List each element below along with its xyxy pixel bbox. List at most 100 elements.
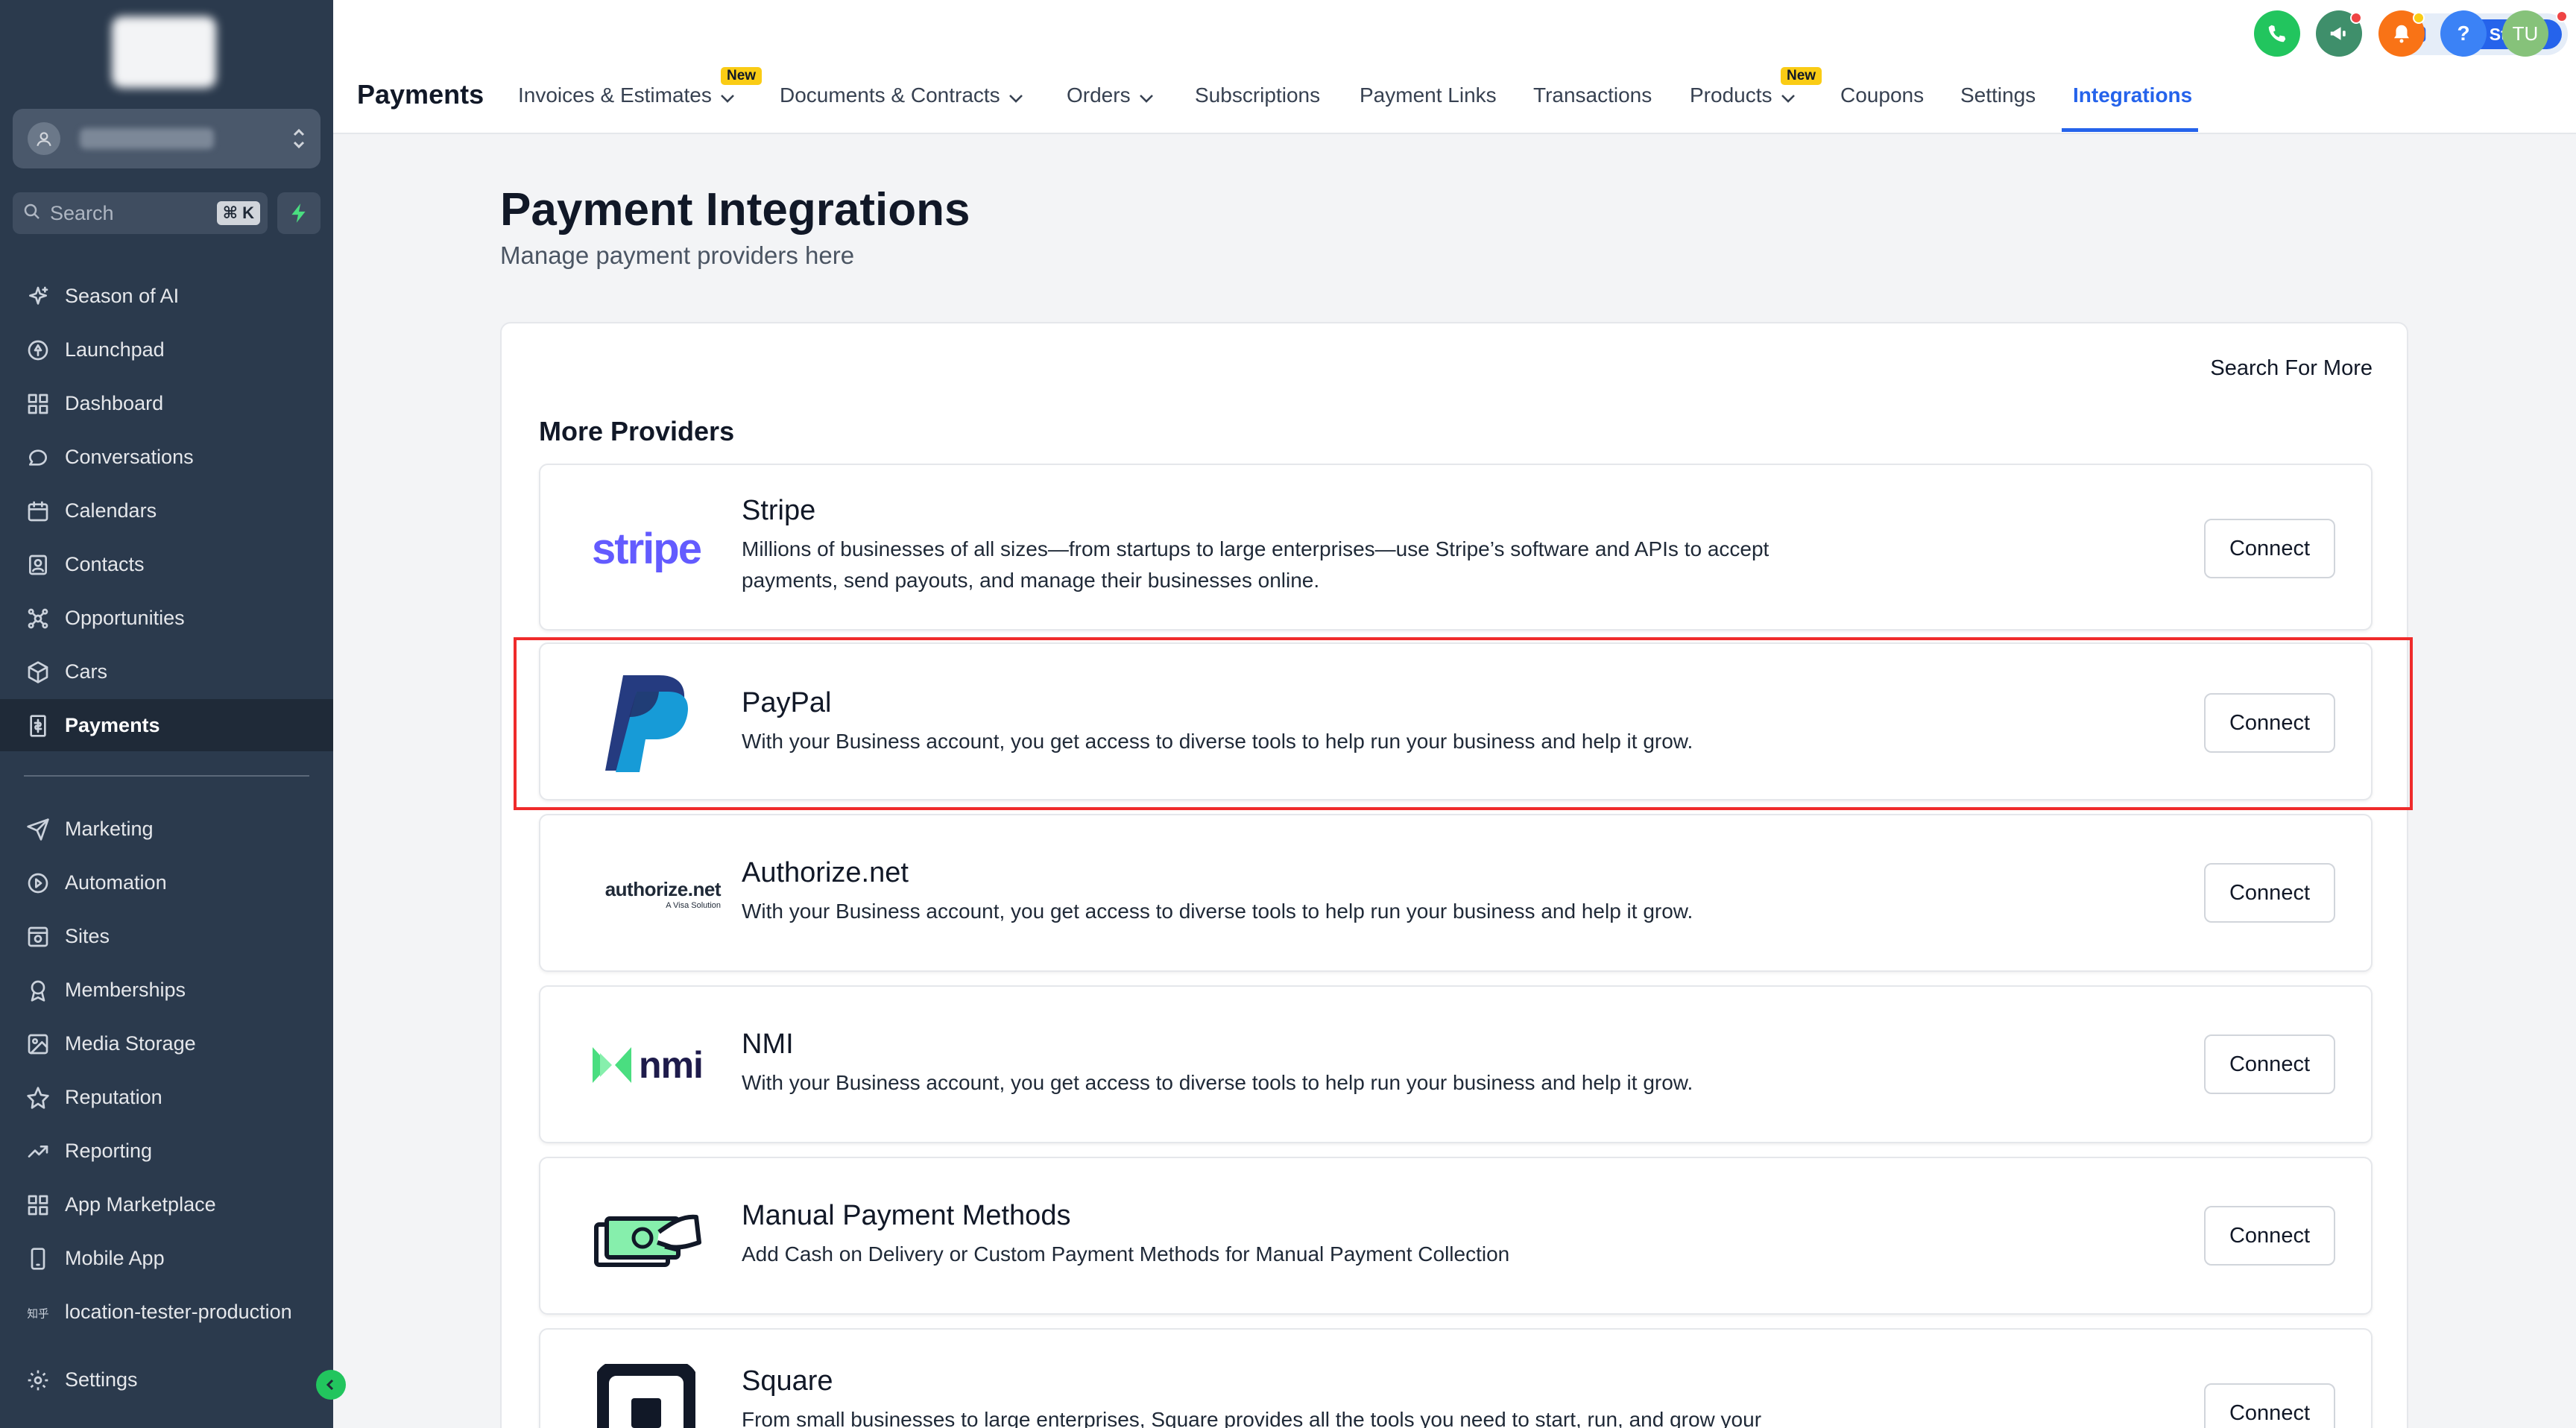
provider-card-authorize-net: authorize.net A Visa Solution Authorize.… [539, 814, 2373, 972]
sidebar-item-reporting[interactable]: Reporting [0, 1125, 333, 1177]
connect-paypal-button[interactable]: Connect [2204, 693, 2335, 753]
tab-subscriptions[interactable]: Subscriptions [1195, 83, 1320, 107]
grid-icon [24, 392, 52, 416]
provider-description: With your Business account, you get acce… [742, 1071, 1693, 1094]
sidebar-item-conversations[interactable]: Conversations [0, 431, 333, 483]
search-for-more-link[interactable]: Search For More [2210, 356, 2373, 381]
chevron-updown-icon [291, 124, 307, 157]
tab-label: Subscriptions [1195, 83, 1321, 107]
provider-card-manual-payment-methods: Manual Payment Methods Add Cash on Deliv… [539, 1157, 2373, 1315]
tab-payment-links[interactable]: Payment Links [1360, 83, 1497, 107]
tab-settings[interactable]: Settings [1960, 83, 2036, 107]
connect-manual-payment-button[interactable]: Connect [2204, 1206, 2335, 1266]
sidebar-item-marketing[interactable]: Marketing [0, 803, 333, 855]
help-button[interactable]: ? [2440, 10, 2487, 57]
sidebar-item-memberships[interactable]: Memberships [0, 964, 333, 1016]
provider-card-paypal: PayPal With your Business account, you g… [539, 642, 2373, 800]
provider-description: From small businesses to large enterpris… [742, 1408, 1762, 1428]
sites-icon [24, 925, 52, 949]
tab-transactions[interactable]: Transactions [1533, 83, 1652, 107]
sidebar-item-launchpad[interactable]: Launchpad [0, 323, 333, 376]
notification-dot [2413, 12, 2425, 24]
active-tab-indicator [2062, 128, 2198, 132]
sidebar-item-mobile-app[interactable]: Mobile App [0, 1232, 333, 1284]
gear-icon [24, 1368, 52, 1392]
connect-authorize-net-button[interactable]: Connect [2204, 863, 2335, 923]
sidebar-item-settings[interactable]: Settings [0, 1353, 333, 1406]
chevron-down-icon [1780, 85, 1796, 109]
sidebar: Search ⌘ K Season of AI Launchpad Dashboar… [0, 0, 333, 1428]
search-shortcut-badge: ⌘ K [216, 201, 260, 225]
provider-name: Square [742, 1365, 833, 1397]
sidebar-search[interactable]: Search ⌘ K [13, 192, 268, 234]
tab-integrations[interactable]: Integrations [2073, 83, 2192, 107]
quick-actions-button[interactable] [277, 192, 321, 234]
authorize-net-logo-subtext: A Visa Solution [666, 900, 721, 910]
new-badge: New [721, 67, 763, 85]
sidebar-item-label: App Marketplace [65, 1192, 216, 1216]
announcements-button[interactable] [2316, 10, 2362, 57]
tab-orders[interactable]: Orders [1067, 83, 1155, 109]
rocket-icon [24, 338, 52, 362]
sidebar-item-cars[interactable]: Cars [0, 645, 333, 698]
location-icon: 知乎 [24, 1301, 52, 1324]
notification-dot [2350, 12, 2362, 24]
sidebar-item-sites[interactable]: Sites [0, 910, 333, 962]
chevron-down-icon [1138, 85, 1155, 109]
user-avatar[interactable]: TU [2502, 10, 2548, 57]
nmi-logo-text: nmi [639, 1044, 704, 1086]
sidebar-item-label: Contacts [65, 552, 145, 575]
box-icon [24, 660, 52, 684]
phone-button[interactable] [2254, 10, 2300, 57]
connect-stripe-button[interactable]: Connect [2204, 519, 2335, 578]
notification-dot [2556, 10, 2568, 22]
sidebar-item-location-tester-production[interactable]: 知乎 location-tester-production [0, 1286, 333, 1338]
sidebar-item-reputation[interactable]: Reputation [0, 1071, 333, 1123]
connect-square-button[interactable]: Connect [2204, 1383, 2335, 1428]
agency-logo[interactable] [112, 16, 216, 88]
sidebar-item-payments[interactable]: Payments [0, 699, 333, 751]
lightning-icon [291, 203, 306, 223]
sidebar-item-label: Opportunities [65, 606, 185, 629]
tab-label: Transactions [1533, 83, 1652, 107]
tab-label: Settings [1960, 83, 2036, 107]
location-switcher[interactable] [13, 109, 321, 168]
tab-products[interactable]: Products [1690, 83, 1796, 109]
sidebar-item-label: location-tester-production [65, 1300, 292, 1323]
notifications-button[interactable] [2378, 10, 2425, 57]
sidebar-item-media-storage[interactable]: Media Storage [0, 1017, 333, 1070]
sidebar-item-opportunities[interactable]: Opportunities [0, 592, 333, 644]
tab-label: Coupons [1840, 83, 1925, 107]
image-icon [24, 1032, 52, 1056]
provider-card-nmi: nmi NMI With your Business account, you … [539, 985, 2373, 1143]
network-icon [24, 607, 52, 631]
connect-nmi-button[interactable]: Connect [2204, 1034, 2335, 1094]
providers-panel: Search For More More Providers stripe St… [500, 322, 2408, 1428]
trend-icon [24, 1140, 52, 1163]
sidebar-item-season-of-ai[interactable]: Season of AI [0, 270, 333, 322]
sidebar-item-app-marketplace[interactable]: App Marketplace [0, 1178, 333, 1230]
tab-documents-contracts[interactable]: Documents & Contracts [780, 83, 1024, 109]
collapse-sidebar-button[interactable] [316, 1370, 346, 1400]
sidebar-item-calendars[interactable]: Calendars [0, 484, 333, 537]
tab-invoices-estimates[interactable]: Invoices & Estimates [518, 83, 736, 109]
sidebar-item-label: Reputation [65, 1085, 162, 1108]
sidebar-divider [24, 775, 309, 777]
authorize-net-logo: authorize.net A Visa Solution [572, 868, 722, 920]
tab-label: Payment Links [1360, 83, 1497, 107]
provider-description: Millions of businesses of all sizes—from… [742, 537, 1770, 592]
sidebar-item-label: Payments [65, 713, 160, 736]
sidebar-item-label: Cars [65, 660, 108, 683]
search-label: Search [50, 201, 114, 224]
send-icon [24, 818, 52, 841]
tab-coupons[interactable]: Coupons [1840, 83, 1924, 107]
sidebar-item-dashboard[interactable]: Dashboard [0, 377, 333, 429]
tab-label: Products [1690, 83, 1772, 107]
sidebar-item-contacts[interactable]: Contacts [0, 538, 333, 590]
chevron-down-icon [1008, 85, 1024, 109]
sidebar-item-label: Launchpad [65, 338, 165, 361]
invoice-icon [24, 714, 52, 738]
bell-icon [2394, 25, 2409, 43]
sidebar-item-automation[interactable]: Automation [0, 856, 333, 909]
location-avatar-icon [28, 122, 60, 155]
